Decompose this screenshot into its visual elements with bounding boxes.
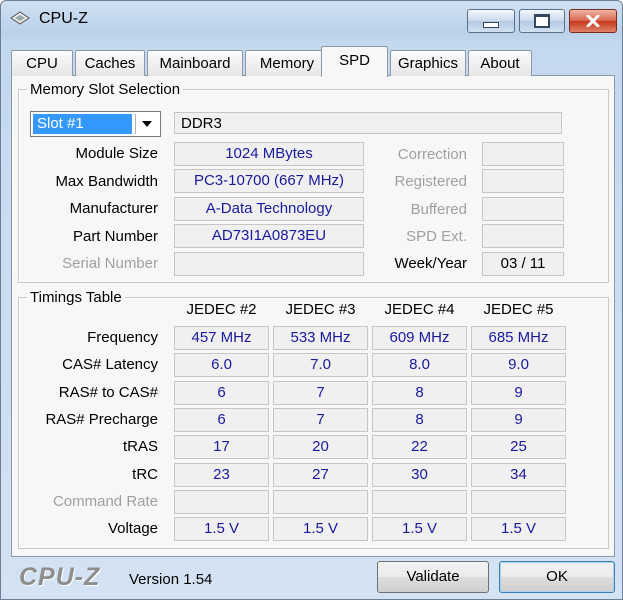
timings-legend: Timings Table — [30, 289, 122, 306]
timing-row-label: tRC — [132, 466, 158, 483]
buffered-label: Buffered — [410, 201, 467, 218]
max-bandwidth-label: Max Bandwidth — [55, 173, 158, 190]
timing-value-cell: 609 MHz — [372, 326, 467, 350]
correction-label: Correction — [397, 146, 467, 163]
memory-slot-legend: Memory Slot Selection — [30, 81, 181, 98]
maximize-button[interactable] — [519, 9, 565, 33]
slot-dropdown[interactable]: Slot #1 — [30, 111, 161, 137]
memory-type-value: DDR3 — [174, 112, 562, 134]
module-size-value: 1024 MBytes — [174, 142, 364, 166]
window-title: CPU-Z — [39, 10, 88, 27]
tab-graphics[interactable]: Graphics — [390, 50, 466, 76]
tab-about[interactable]: About — [468, 50, 532, 76]
timing-value-cell: 8.0 — [372, 353, 467, 377]
timing-row-label: Command Rate — [52, 493, 158, 510]
tab-cpu[interactable]: CPU — [11, 50, 73, 76]
column-header: JEDEC #3 — [285, 301, 356, 318]
registered-value — [482, 169, 564, 193]
buffered-value — [482, 197, 564, 221]
app-window: CPU-Z CPU Caches Mainboard Memory SPD Gr… — [0, 0, 623, 600]
timing-value-cell: 9 — [471, 408, 566, 432]
tab-caches[interactable]: Caches — [75, 50, 145, 76]
close-button[interactable] — [569, 9, 617, 33]
serial-number-value — [174, 252, 364, 276]
correction-value — [482, 142, 564, 166]
version-text: Version 1.54 — [129, 571, 213, 588]
timing-value-cell: 7.0 — [273, 353, 368, 377]
timing-value-cell — [174, 490, 269, 514]
timing-value-cell: 6 — [174, 381, 269, 405]
timing-value-cell: 8 — [372, 408, 467, 432]
timing-value-cell — [471, 490, 566, 514]
timing-value-cell: 7 — [273, 408, 368, 432]
timing-row-label: CAS# Latency — [62, 356, 158, 373]
title-bar[interactable]: CPU-Z — [1, 1, 622, 39]
timing-value-cell: 27 — [273, 463, 368, 487]
timing-value-cell: 533 MHz — [273, 326, 368, 350]
timing-value-cell: 23 — [174, 463, 269, 487]
timing-value-cell: 1.5 V — [372, 517, 467, 541]
timing-value-cell: 1.5 V — [273, 517, 368, 541]
manufacturer-value: A-Data Technology — [174, 197, 364, 221]
timing-row-label: Frequency — [87, 329, 158, 346]
column-header: JEDEC #4 — [384, 301, 455, 318]
timing-value-cell: 1.5 V — [471, 517, 566, 541]
manufacturer-label: Manufacturer — [69, 200, 158, 217]
tab-spd[interactable]: SPD — [321, 46, 388, 77]
timing-value-cell: 34 — [471, 463, 566, 487]
timing-value-cell — [372, 490, 467, 514]
max-bandwidth-value: PC3-10700 (667 MHz) — [174, 169, 364, 193]
timing-value-cell: 22 — [372, 435, 467, 459]
timing-value-cell: 30 — [372, 463, 467, 487]
column-header: JEDEC #2 — [186, 301, 257, 318]
timing-value-cell: 8 — [372, 381, 467, 405]
week-year-label: Week/Year — [394, 255, 467, 272]
part-number-value: AD73I1A0873EU — [174, 224, 364, 248]
timing-row-label: Voltage — [107, 520, 158, 537]
timing-value-cell: 17 — [174, 435, 269, 459]
timing-value-cell: 9.0 — [471, 353, 566, 377]
serial-number-label: Serial Number — [62, 255, 158, 272]
timing-row-label: RAS# Precharge — [45, 411, 158, 428]
timing-value-cell: 20 — [273, 435, 368, 459]
close-icon — [586, 15, 600, 27]
timing-value-cell: 457 MHz — [174, 326, 269, 350]
timing-row-label: tRAS — [122, 438, 158, 455]
module-size-label: Module Size — [75, 145, 158, 162]
timing-value-cell: 25 — [471, 435, 566, 459]
timing-value-cell: 9 — [471, 381, 566, 405]
validate-button[interactable]: Validate — [377, 561, 489, 593]
timing-value-cell: 7 — [273, 381, 368, 405]
tab-mainboard[interactable]: Mainboard — [147, 50, 243, 76]
maximize-icon — [534, 14, 550, 28]
spd-ext-label: SPD Ext. — [406, 228, 467, 245]
spd-ext-value — [482, 224, 564, 248]
timing-value-cell: 6.0 — [174, 353, 269, 377]
timing-value-cell: 6 — [174, 408, 269, 432]
column-header: JEDEC #5 — [483, 301, 554, 318]
tab-memory[interactable]: Memory — [245, 50, 329, 76]
slot-dropdown-value: Slot #1 — [33, 114, 132, 134]
timing-value-cell: 1.5 V — [174, 517, 269, 541]
timing-row-label: RAS# to CAS# — [58, 384, 158, 401]
registered-label: Registered — [394, 173, 467, 190]
minimize-button[interactable] — [467, 9, 515, 33]
cpu-z-app-icon — [10, 11, 30, 25]
timing-value-cell: 685 MHz — [471, 326, 566, 350]
minimize-icon — [483, 22, 499, 28]
cpu-z-logo: CPU-Z — [19, 563, 101, 591]
chevron-down-icon[interactable] — [135, 114, 158, 134]
part-number-label: Part Number — [72, 228, 158, 245]
ok-button[interactable]: OK — [499, 561, 615, 593]
timing-value-cell — [273, 490, 368, 514]
week-year-value: 03 / 11 — [482, 252, 564, 276]
